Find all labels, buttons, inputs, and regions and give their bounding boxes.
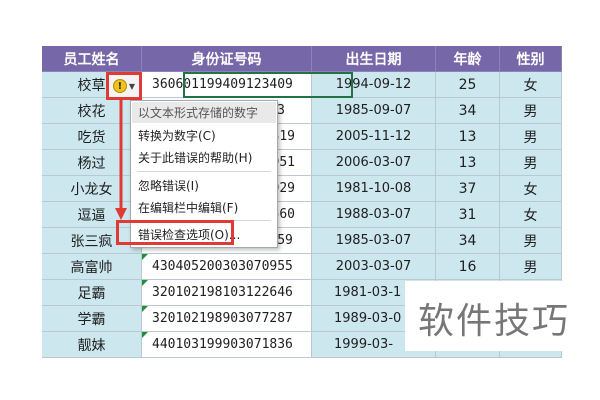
- watermark-text: 软件技巧: [418, 301, 571, 342]
